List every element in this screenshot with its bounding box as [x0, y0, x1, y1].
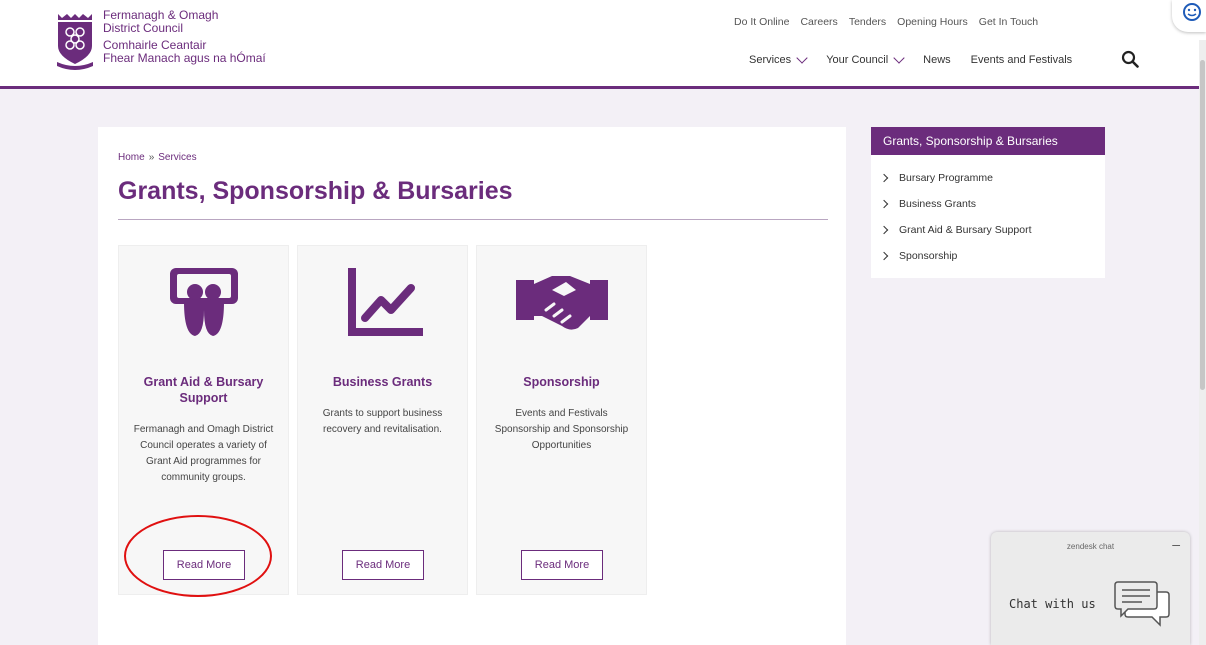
nav-services-label: Services — [749, 54, 792, 66]
card-title[interactable]: Business Grants — [308, 374, 457, 390]
sidebar-item-label: Business Grants — [899, 198, 977, 210]
page-title: Grants, Sponsorship & Bursaries — [118, 177, 513, 205]
card-title[interactable]: Grant Aid & Bursary Support — [129, 374, 278, 406]
nav-news[interactable]: News — [923, 54, 951, 66]
accessibility-helper-icon[interactable] — [1172, 0, 1206, 32]
sidebar-item-label: Sponsorship — [899, 250, 958, 262]
chat-label[interactable]: Chat with us — [1009, 597, 1096, 611]
council-crest-logo[interactable] — [55, 12, 95, 70]
scrollbar-thumb[interactable] — [1200, 60, 1205, 390]
link-do-it-online[interactable]: Do It Online — [734, 16, 789, 28]
chevron-right-icon — [879, 199, 889, 209]
card-description: Events and Festivals Sponsorship and Spo… — [494, 408, 629, 451]
nav-your-council-label: Your Council — [826, 54, 889, 66]
breadcrumb-services[interactable]: Services — [158, 152, 196, 163]
breadcrumb-home[interactable]: Home — [118, 152, 145, 163]
chevron-down-icon — [893, 51, 905, 64]
org-name-line2: District Council — [103, 21, 184, 35]
highlight-annotation — [124, 515, 272, 597]
chat-brand: zendesk chat — [1066, 542, 1115, 551]
sidebar-item-grant-aid[interactable]: Grant Aid & Bursary Support — [879, 217, 1105, 243]
card-business-grants[interactable]: Business Grants Grants to support busine… — [297, 245, 468, 595]
sidebar-title: Grants, Sponsorship & Bursaries — [871, 127, 1105, 155]
sidebar-item-sponsorship[interactable]: Sponsorship — [879, 243, 1105, 269]
handshake-icon — [516, 276, 608, 330]
breadcrumb: Home» Services — [118, 152, 197, 163]
chevron-right-icon — [879, 173, 889, 183]
sidebar-item-bursary-programme[interactable]: Bursary Programme — [879, 165, 1105, 191]
card-title[interactable]: Sponsorship — [487, 374, 636, 390]
link-opening-hours[interactable]: Opening Hours — [897, 16, 968, 28]
org-name[interactable]: Fermanagh & Omagh District Council Comha… — [103, 9, 266, 65]
line-chart-icon — [348, 268, 423, 336]
read-more-button[interactable]: Read More — [342, 550, 424, 580]
card-sponsorship[interactable]: Sponsorship Events and Festivals Sponsor… — [476, 245, 647, 595]
chevron-right-icon — [879, 251, 889, 261]
link-careers[interactable]: Careers — [800, 16, 837, 28]
page-scrollbar[interactable] — [1199, 40, 1206, 645]
site-header: Fermanagh & Omagh District Council Comha… — [0, 0, 1206, 89]
link-get-in-touch[interactable]: Get In Touch — [979, 16, 1038, 28]
sidebar-item-label: Bursary Programme — [899, 172, 993, 184]
main-nav: Services Your Council News Events and Fe… — [749, 51, 1092, 66]
card-description: Fermanagh and Omagh District Council ope… — [133, 424, 274, 483]
sidebar: Grants, Sponsorship & Bursaries Bursary … — [871, 127, 1105, 278]
presenter-icon — [170, 268, 238, 336]
card-description: Grants to support business recovery and … — [322, 408, 443, 435]
link-tenders[interactable]: Tenders — [849, 16, 886, 28]
chat-bubble-icon[interactable] — [1114, 580, 1172, 628]
smiley-bubble-icon — [1183, 3, 1201, 21]
read-more-button[interactable]: Read More — [521, 550, 603, 580]
breadcrumb-separator: » — [148, 152, 155, 163]
sidebar-item-business-grants[interactable]: Business Grants — [879, 191, 1105, 217]
sidebar-item-label: Grant Aid & Bursary Support — [899, 224, 1032, 236]
nav-news-label: News — [923, 54, 951, 66]
chevron-right-icon — [879, 225, 889, 235]
chevron-down-icon — [796, 51, 808, 64]
chat-widget[interactable]: zendesk chat – Chat with us — [991, 532, 1190, 645]
org-irish-line2: Fhear Manach agus na hÓmaí — [103, 51, 266, 65]
nav-services[interactable]: Services — [749, 51, 808, 66]
nav-events-label: Events and Festivals — [970, 54, 1073, 66]
search-icon[interactable] — [1121, 50, 1139, 68]
utility-links: Do It Online Careers Tenders Opening Hou… — [734, 16, 1049, 28]
nav-your-council[interactable]: Your Council — [826, 51, 905, 66]
title-divider — [118, 219, 828, 220]
sidebar-list: Bursary Programme Business Grants Grant … — [871, 155, 1105, 269]
minimize-button[interactable]: – — [1172, 536, 1180, 552]
nav-events-festivals[interactable]: Events and Festivals — [971, 54, 1073, 66]
